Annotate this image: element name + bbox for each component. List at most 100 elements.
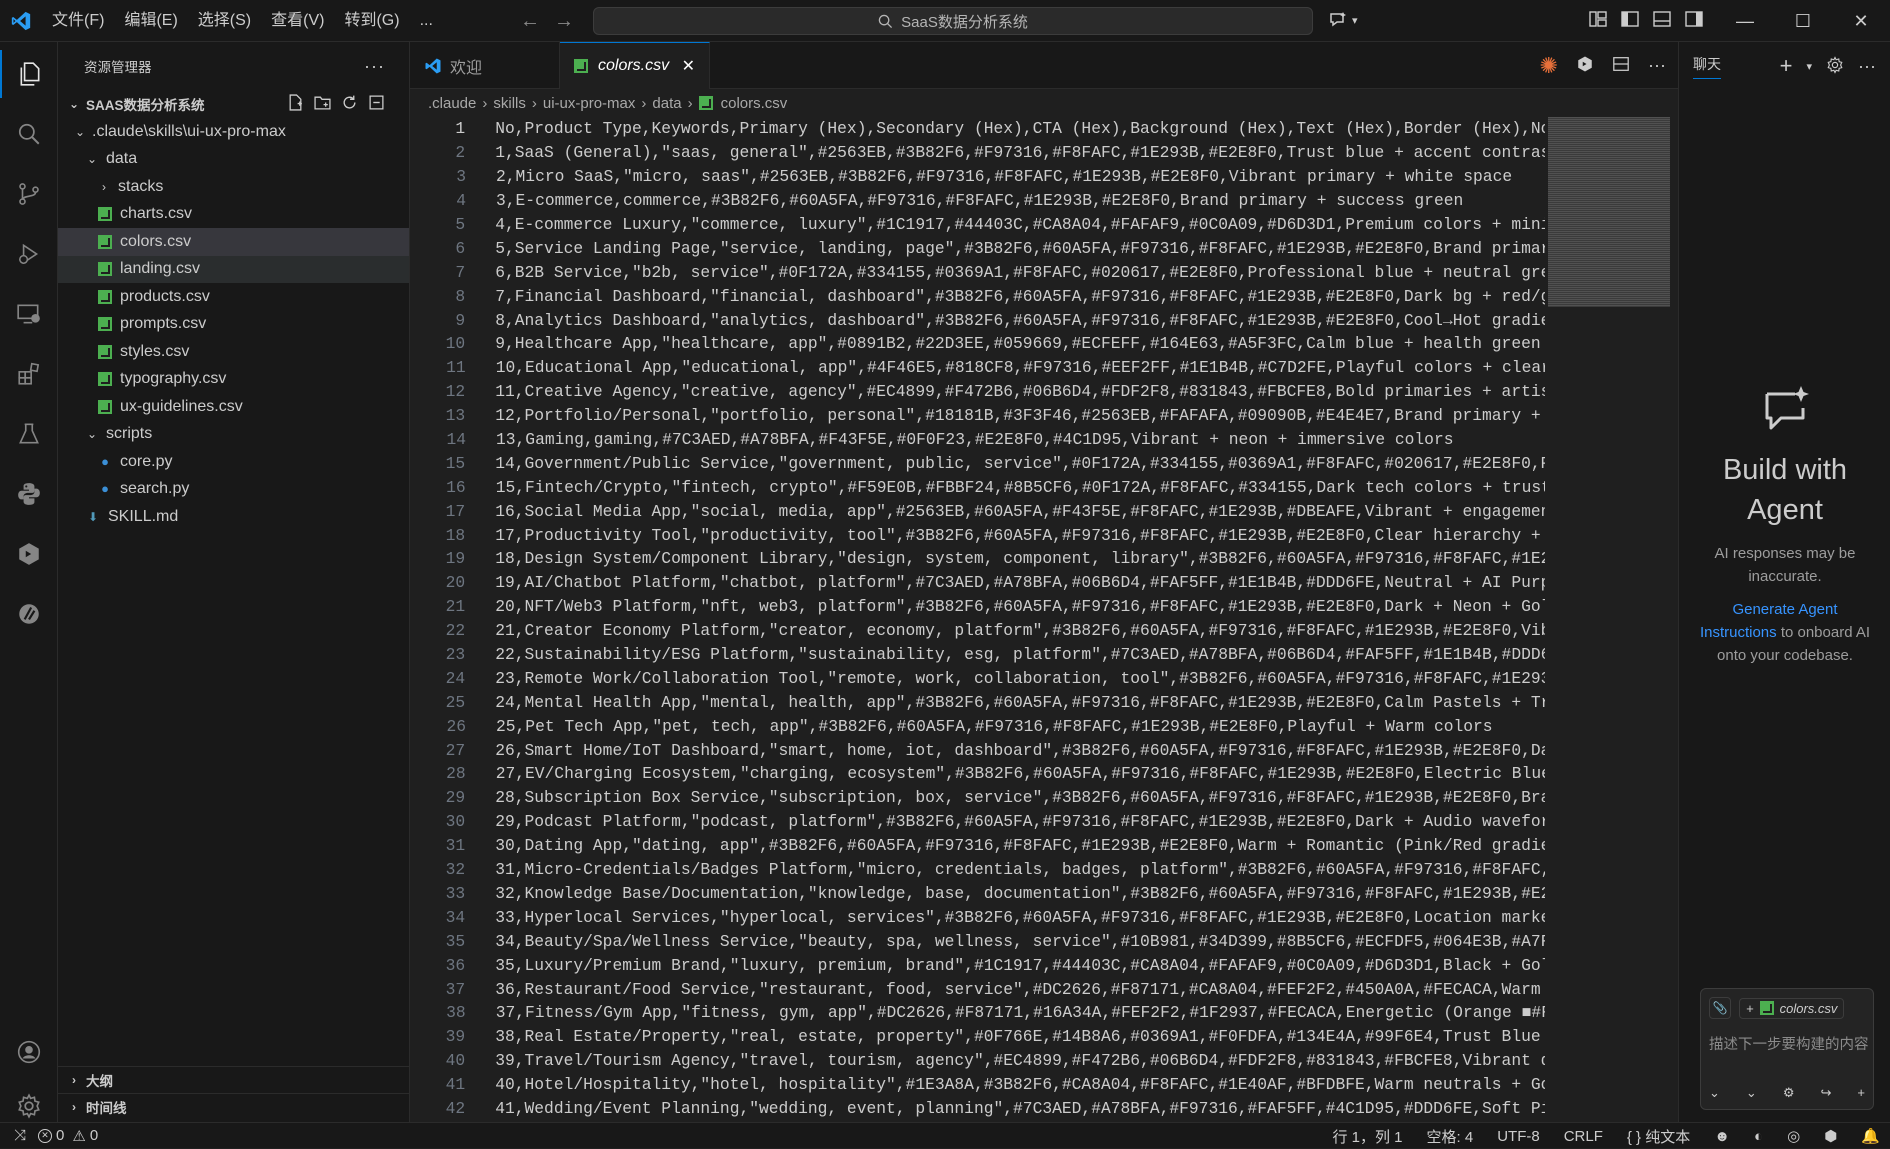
code-line[interactable]: 6 5,Service Landing Page,"service, landin… xyxy=(410,236,1545,260)
code-line[interactable]: 10 9,Healthcare App,"healthcare, app",#08… xyxy=(410,332,1545,356)
refresh-icon[interactable] xyxy=(341,94,358,114)
deploy-status-icon[interactable]: ⬢ xyxy=(1824,1127,1837,1145)
code-line[interactable]: 24 23,Remote Work/Collaboration Tool,"rem… xyxy=(410,666,1545,690)
code-line[interactable]: 19 18,Design System/Component Library,"de… xyxy=(410,547,1545,571)
language-mode[interactable]: { } 纯文本 xyxy=(1627,1126,1690,1147)
code-line[interactable]: 23 22,Sustainability/ESG Platform,"sustai… xyxy=(410,643,1545,667)
account-icon[interactable] xyxy=(0,1028,58,1076)
code-line[interactable]: 16 15,Fintech/Crypto,"fintech, crypto",#F… xyxy=(410,475,1545,499)
code-line[interactable]: 18 17,Productivity Tool,"productivity, to… xyxy=(410,523,1545,547)
code-line[interactable]: 36 35,Luxury/Premium Brand,"luxury, premi… xyxy=(410,953,1545,977)
code-line[interactable]: 4 3,E-commerce,commerce,#3B82F6,#60A5FA,#… xyxy=(410,189,1545,213)
code-line[interactable]: 41 40,Hotel/Hospitality,"hotel, hospitali… xyxy=(410,1073,1545,1097)
deploy-icon[interactable] xyxy=(0,530,58,578)
code-line[interactable]: 26 25,Pet Tech App,"pet, tech, app",#3B82… xyxy=(410,714,1545,738)
tree-file-prompts[interactable]: prompts.csv xyxy=(58,311,409,339)
chevron-down-icon[interactable]: ▾ xyxy=(1806,60,1812,73)
code-line[interactable]: 8 7,Financial Dashboard,"financial, dashb… xyxy=(410,284,1545,308)
tree-file-styles[interactable]: styles.csv xyxy=(58,338,409,366)
code-line[interactable]: 20 19,AI/Chatbot Platform,"chatbot, platf… xyxy=(410,571,1545,595)
code-line[interactable]: 1 No,Product Type,Keywords,Primary (Hex),… xyxy=(410,117,1545,141)
breadcrumb-item[interactable]: data xyxy=(652,95,681,112)
breadcrumb-item[interactable]: .claude xyxy=(428,95,476,112)
indentation[interactable]: 空格: 4 xyxy=(1427,1126,1474,1147)
new-folder-icon[interactable] xyxy=(314,94,331,114)
more-actions-icon[interactable]: ··· xyxy=(364,56,385,77)
code-line[interactable]: 11 10,Educational App,"educational, app",… xyxy=(410,356,1545,380)
tree-file-landing[interactable]: landing.csv xyxy=(58,255,409,283)
menu-selection[interactable]: 选择(S) xyxy=(188,0,261,42)
chat-tab[interactable]: 聊天 xyxy=(1693,54,1721,79)
menu-more[interactable]: ... xyxy=(410,0,443,42)
claude-spark-icon[interactable]: ✺ xyxy=(1540,53,1558,79)
menu-edit[interactable]: 编辑(E) xyxy=(114,0,187,42)
explorer-icon[interactable] xyxy=(0,50,58,98)
code-line[interactable]: 3 2,Micro SaaS,"micro, saas",#2563EB,#3B8… xyxy=(410,165,1545,189)
tree-file-core-py[interactable]: ● core.py xyxy=(58,448,409,476)
tree-folder-stacks[interactable]: › stacks xyxy=(58,173,409,201)
testing-icon[interactable] xyxy=(0,410,58,458)
close-window-button[interactable]: ✕ xyxy=(1832,0,1890,42)
code-line[interactable]: 42 41,Wedding/Event Planning,"wedding, ev… xyxy=(410,1097,1545,1121)
code-line[interactable]: 32 31,Micro-Credentials/Badges Platform,"… xyxy=(410,858,1545,882)
code-line[interactable]: 27 26,Smart Home/IoT Dashboard,"smart, ho… xyxy=(410,738,1545,762)
chat-input-box[interactable]: 📎 + colors.csv 描述下一步要构建的内容 ⌄ ⌄ ⚙ ↪ + xyxy=(1700,988,1874,1110)
add-icon[interactable]: + xyxy=(1857,1085,1865,1101)
forward-arrow-icon[interactable]: → xyxy=(554,10,574,33)
tab-colors-csv[interactable]: colors.csv ✕ xyxy=(560,42,710,89)
code-line[interactable]: 29 28,Subscription Box Service,"subscript… xyxy=(410,786,1545,810)
encoding[interactable]: UTF-8 xyxy=(1497,1128,1540,1145)
context-file-chip[interactable]: + colors.csv xyxy=(1739,997,1845,1019)
tree-file-typography[interactable]: typography.csv xyxy=(58,366,409,394)
code-line[interactable]: 34 33,Hyperlocal Services,"hyperlocal, se… xyxy=(410,905,1545,929)
code-line[interactable]: 7 6,B2B Service,"b2b, service",#0F172A,#3… xyxy=(410,260,1545,284)
breadcrumb-item[interactable]: skills xyxy=(493,95,526,112)
code-line[interactable]: 12 11,Creative Agency,"creative, agency",… xyxy=(410,380,1545,404)
cursor-position[interactable]: 行 1，列 1 xyxy=(1332,1126,1402,1147)
code-line[interactable]: 31 30,Dating App,"dating, app",#3B82F6,#6… xyxy=(410,834,1545,858)
run-debug-icon[interactable] xyxy=(0,230,58,278)
customize-layout-icon[interactable] xyxy=(1588,9,1608,33)
tree-folder-data[interactable]: ⌄ data xyxy=(58,146,409,174)
code-line[interactable]: 13 12,Portfolio/Personal,"portfolio, pers… xyxy=(410,404,1545,428)
code-line[interactable]: 5 4,E-commerce Luxury,"commerce, luxury",… xyxy=(410,213,1545,237)
minimap-viewport[interactable] xyxy=(1548,117,1670,307)
mode-dropdown-icon[interactable]: ⌄ xyxy=(1709,1085,1720,1101)
tree-folder-scripts[interactable]: ⌄ scripts xyxy=(58,421,409,449)
code-line[interactable]: 17 16,Social Media App,"social, media, ap… xyxy=(410,499,1545,523)
toggle-panel-icon[interactable] xyxy=(1652,9,1672,33)
code-line[interactable]: 33 32,Knowledge Base/Documentation,"knowl… xyxy=(410,882,1545,906)
code-line[interactable]: 21 20,NFT/Web3 Platform,"nft, web3, platf… xyxy=(410,595,1545,619)
send-icon[interactable]: ↪ xyxy=(1820,1085,1831,1101)
tools-icon[interactable]: ⚙ xyxy=(1783,1085,1795,1101)
breadcrumb-item[interactable]: ui-ux-pro-max xyxy=(543,95,636,112)
code-line[interactable]: 35 34,Beauty/Spa/Wellness Service,"beauty… xyxy=(410,929,1545,953)
code-line[interactable]: 9 8,Analytics Dashboard,"analytics, dashb… xyxy=(410,308,1545,332)
code-line[interactable]: 38 37,Fitness/Gym App,"fitness, gym, app"… xyxy=(410,1001,1545,1025)
tree-file-charts[interactable]: charts.csv xyxy=(58,201,409,229)
problems-indicator[interactable]: ✕ 0 ⚠ 0 xyxy=(38,1127,98,1145)
workspace-section-header[interactable]: ⌄ SAAS数据分析系统 xyxy=(58,90,409,118)
settings-gear-icon[interactable] xyxy=(1826,55,1844,77)
timeline-section[interactable]: › 时间线 xyxy=(58,1093,410,1120)
kiro-status-icon[interactable]: ◐ xyxy=(1754,1128,1763,1145)
attach-icon[interactable]: 📎 xyxy=(1709,997,1731,1019)
code-line[interactable]: 30 29,Podcast Platform,"podcast, platform… xyxy=(410,810,1545,834)
new-file-icon[interactable] xyxy=(287,94,304,114)
tree-folder-claude-skills[interactable]: ⌄ .claude\skills\ui-ux-pro-max xyxy=(58,118,409,146)
tree-file-products[interactable]: products.csv xyxy=(58,283,409,311)
tree-file-ux-guidelines[interactable]: ux-guidelines.csv xyxy=(58,393,409,421)
code-line[interactable]: 40 39,Travel/Tourism Agency,"travel, tour… xyxy=(410,1049,1545,1073)
code-line[interactable]: 39 38,Real Estate/Property,"real, estate,… xyxy=(410,1025,1545,1049)
source-control-icon[interactable] xyxy=(0,170,58,218)
copilot-status-icon[interactable]: ☻ xyxy=(1714,1128,1730,1145)
split-editor-icon[interactable] xyxy=(1612,55,1630,77)
back-arrow-icon[interactable]: ← xyxy=(520,10,540,33)
code-line[interactable]: 25 24,Mental Health App,"mental, health, … xyxy=(410,690,1545,714)
sync-status-icon[interactable]: ◎ xyxy=(1787,1127,1800,1145)
search-icon[interactable] xyxy=(0,110,58,158)
code-line[interactable]: 22 21,Creator Economy Platform,"creator, … xyxy=(410,619,1545,643)
remote-explorer-icon[interactable] xyxy=(0,290,58,338)
tree-file-colors[interactable]: colors.csv xyxy=(58,228,409,256)
collapse-all-icon[interactable] xyxy=(368,94,385,114)
